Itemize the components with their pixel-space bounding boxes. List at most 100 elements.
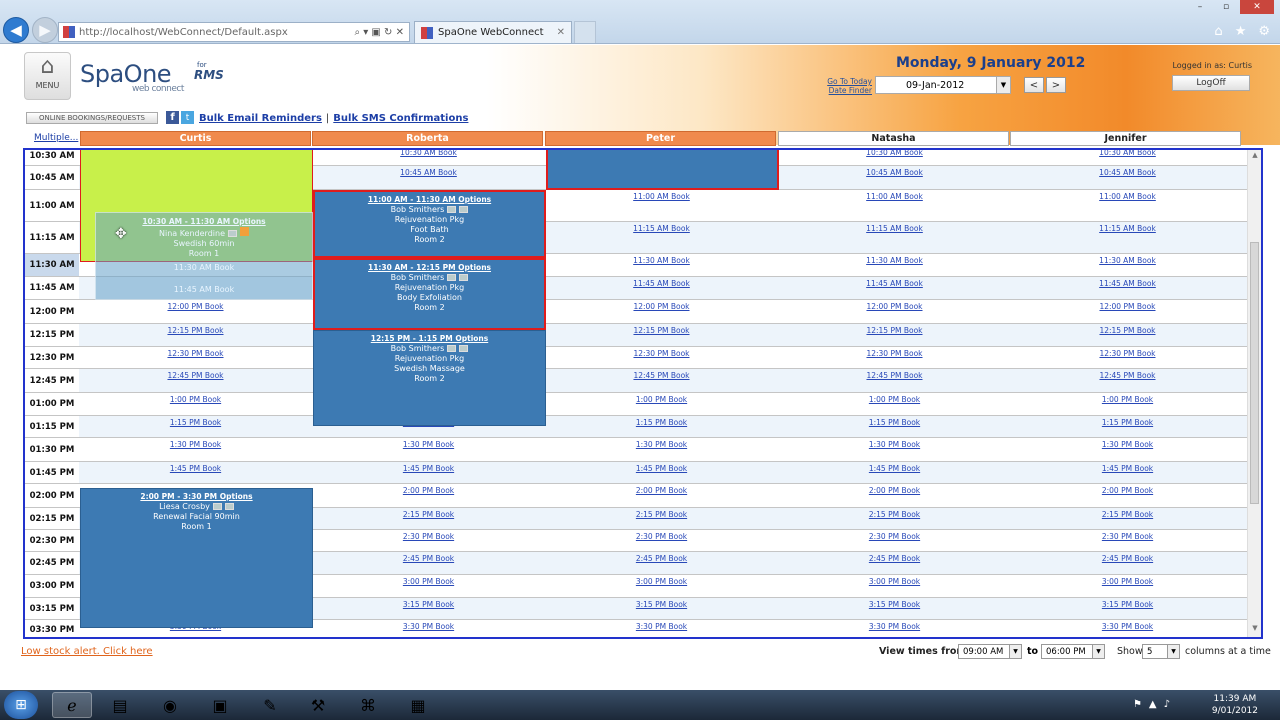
maximize-button[interactable]: ▫: [1214, 0, 1238, 14]
booking-time-link[interactable]: 2:00 PM - 3:30 PM Options: [81, 492, 312, 502]
note-icon[interactable]: [447, 206, 457, 213]
bulk-sms-link[interactable]: Bulk SMS Confirmations: [333, 113, 468, 124]
chevron-down-icon[interactable]: ▼: [996, 77, 1010, 93]
prev-day-button[interactable]: <: [1024, 77, 1044, 93]
browser-tab[interactable]: SpaOne WebConnect ✕: [414, 21, 572, 43]
client-name[interactable]: Bob Smithers: [391, 273, 445, 282]
book-slot-link[interactable]: 10:30 AM Book: [313, 150, 544, 157]
booking-block[interactable]: 12:15 PM - 1:15 PM Options Bob Smithers Re…: [313, 330, 546, 426]
twitter-icon[interactable]: t: [181, 111, 194, 124]
multiple-link[interactable]: Multiple...: [34, 133, 78, 143]
minimize-button[interactable]: –: [1188, 0, 1212, 14]
add-icon[interactable]: [240, 227, 249, 236]
booking-time-link[interactable]: 11:00 AM - 11:30 AM Options: [315, 195, 544, 205]
book-slot-link[interactable]: 3:15 PM Book: [313, 600, 544, 609]
book-slot-link[interactable]: 2:45 PM Book: [546, 554, 777, 563]
network-icon[interactable]: ⌘: [348, 692, 388, 718]
book-slot-link[interactable]: 3:30 PM Book: [779, 622, 1010, 631]
book-slot-link[interactable]: 1:45 PM Book: [80, 464, 311, 473]
start-button[interactable]: ⊞: [4, 691, 38, 719]
client-name[interactable]: Bob Smithers: [391, 344, 445, 353]
book-slot-link[interactable]: 11:30 AM Book: [779, 256, 1010, 265]
low-stock-link[interactable]: Low stock alert. Click here: [21, 646, 153, 657]
book-slot-link[interactable]: 2:15 PM Book: [546, 510, 777, 519]
goto-today-link[interactable]: Go To Today Date Finder: [818, 77, 872, 95]
book-slot-link[interactable]: 1:00 PM Book: [1012, 395, 1243, 404]
time-from-select[interactable]: 09:00 AM ▼: [958, 644, 1022, 659]
book-slot-link[interactable]: 1:30 PM Book: [1012, 440, 1243, 449]
bulk-email-link[interactable]: Bulk Email Reminders: [199, 113, 322, 124]
book-slot-link[interactable]: 1:15 PM Book: [779, 418, 1010, 427]
book-slot-link[interactable]: 1:45 PM Book: [779, 464, 1010, 473]
book-slot-link[interactable]: 1:15 PM Book: [546, 418, 777, 427]
folder-icon[interactable]: ▤: [100, 692, 140, 718]
book-slot-link[interactable]: 3:30 PM Book: [546, 622, 777, 631]
tab-close-icon[interactable]: ✕: [557, 27, 565, 38]
logoff-button[interactable]: LogOff: [1172, 75, 1250, 91]
taskbar-clock[interactable]: 11:39 AM 9/01/2012: [1212, 693, 1258, 717]
next-day-button[interactable]: >: [1046, 77, 1066, 93]
book-slot-link[interactable]: 12:45 PM Book: [80, 371, 311, 380]
book-slot-link[interactable]: 3:00 PM Book: [313, 577, 544, 586]
book-slot-link[interactable]: 11:45 AM Book: [1012, 279, 1243, 288]
back-arrow-icon[interactable]: ◀: [3, 17, 29, 43]
book-slot-link[interactable]: 12:00 PM Book: [546, 302, 777, 311]
booking-time-link[interactable]: 11:30 AM - 12:15 PM Options: [315, 263, 544, 273]
booking-client[interactable]: Bob Smithers: [315, 273, 544, 283]
book-slot-link[interactable]: 2:15 PM Book: [1012, 510, 1243, 519]
book-slot-link[interactable]: 2:00 PM Book: [779, 486, 1010, 495]
booking-block-peter[interactable]: [546, 150, 779, 190]
book-slot-link[interactable]: 11:15 AM Book: [779, 224, 1010, 233]
book-slot-link[interactable]: 11:00 AM Book: [1012, 192, 1243, 201]
book-slot-link[interactable]: 2:45 PM Book: [779, 554, 1010, 563]
volume-icon[interactable]: ♪: [1164, 699, 1170, 710]
book-slot-link[interactable]: 2:15 PM Book: [313, 510, 544, 519]
time-to-select[interactable]: 06:00 PM ▼: [1041, 644, 1105, 659]
flag-icon[interactable]: ⚑: [1133, 699, 1142, 710]
gear-icon[interactable]: ⚙: [1258, 24, 1270, 39]
note-icon[interactable]: [447, 345, 457, 352]
book-slot-link[interactable]: 3:00 PM Book: [779, 577, 1010, 586]
staff-header-roberta[interactable]: Roberta: [312, 131, 543, 146]
book-slot-link[interactable]: 1:15 PM Book: [80, 418, 311, 427]
book-slot-link[interactable]: 3:15 PM Book: [779, 600, 1010, 609]
book-slot-link[interactable]: 12:00 PM Book: [80, 302, 311, 311]
book-slot-link[interactable]: 12:15 PM Book: [1012, 326, 1243, 335]
tools-icon[interactable]: ⚒: [298, 692, 338, 718]
book-slot-link[interactable]: 3:15 PM Book: [1012, 600, 1243, 609]
booking-client[interactable]: Liesa Crosby: [81, 502, 312, 512]
staff-header-natasha[interactable]: Natasha: [778, 131, 1009, 146]
book-slot-link[interactable]: 12:15 PM Book: [546, 326, 777, 335]
staff-header-peter[interactable]: Peter: [545, 131, 776, 146]
address-bar[interactable]: http://localhost/WebConnect/Default.aspx…: [58, 22, 410, 42]
book-slot-link[interactable]: 12:30 PM Book: [80, 349, 311, 358]
columns-select[interactable]: 5 ▼: [1142, 644, 1180, 659]
sms-icon[interactable]: [459, 274, 469, 281]
book-slot-link[interactable]: 1:00 PM Book: [546, 395, 777, 404]
booking-block[interactable]: 11:00 AM - 11:30 AM Options Bob Smithers R…: [313, 190, 546, 258]
close-window-button[interactable]: ✕: [1240, 0, 1274, 14]
scroll-down-icon[interactable]: ▼: [1248, 624, 1261, 636]
book-slot-link[interactable]: 1:00 PM Book: [779, 395, 1010, 404]
address-controls[interactable]: ⌕ ▾ ▣ ↻ ✕: [354, 27, 404, 38]
book-slot-link[interactable]: 12:15 PM Book: [80, 326, 311, 335]
grid-scrollbar[interactable]: ▲ ▼: [1247, 150, 1261, 637]
book-slot-link[interactable]: 11:15 AM Book: [1012, 224, 1243, 233]
book-slot-link[interactable]: 12:45 PM Book: [546, 371, 777, 380]
book-slot-link[interactable]: 2:30 PM Book: [779, 532, 1010, 541]
book-slot-link[interactable]: 1:30 PM Book: [779, 440, 1010, 449]
booking-client[interactable]: Bob Smithers: [315, 205, 544, 215]
book-slot-link[interactable]: 12:00 PM Book: [779, 302, 1010, 311]
chevron-down-icon[interactable]: ▼: [1092, 645, 1104, 658]
book-slot-link[interactable]: 2:00 PM Book: [546, 486, 777, 495]
book-slot-link[interactable]: 11:30 AM Book: [546, 256, 777, 265]
book-slot-link[interactable]: 2:00 PM Book: [313, 486, 544, 495]
chevron-down-icon[interactable]: ▼: [1009, 645, 1021, 658]
sms-icon[interactable]: [224, 503, 234, 510]
book-slot-link[interactable]: 1:15 PM Book: [1012, 418, 1243, 427]
date-finder-label[interactable]: Date Finder: [818, 86, 872, 95]
book-slot-link[interactable]: 10:45 AM Book: [779, 168, 1010, 177]
staff-header-curtis[interactable]: Curtis: [80, 131, 311, 146]
menu-button[interactable]: ⌂ MENU: [24, 52, 71, 100]
note-icon[interactable]: [447, 274, 457, 281]
